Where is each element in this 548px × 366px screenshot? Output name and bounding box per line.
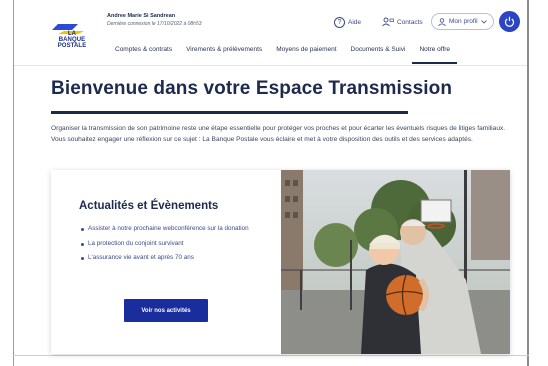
logo-line-3: POSTALE bbox=[57, 43, 87, 49]
user-icon bbox=[438, 17, 446, 26]
last-login-text: Dernière connexion le 17/10/2022 à 08h53 bbox=[107, 21, 202, 27]
card-list-item-conjoint[interactable]: La protection du conjoint survivant bbox=[81, 239, 256, 250]
site-header: LA BANQUE POSTALE Andree Marie Si Sandre… bbox=[14, 0, 527, 66]
frame-right-border bbox=[527, 0, 529, 366]
power-icon bbox=[504, 16, 515, 27]
card-list: Assister à notre prochaine webconférence… bbox=[81, 224, 256, 268]
profil-label: Mon profil bbox=[449, 18, 478, 25]
card-list-item-webconference[interactable]: Assister à notre prochaine webconférence… bbox=[81, 224, 256, 235]
question-circle-icon: ? bbox=[334, 16, 345, 28]
basketball-family-photo bbox=[281, 170, 510, 354]
photo-illustration bbox=[281, 170, 510, 354]
contacts-link[interactable]: Contacts bbox=[382, 15, 423, 29]
contacts-label: Contacts bbox=[397, 18, 423, 26]
aide-link[interactable]: ? Aide bbox=[334, 15, 361, 29]
actualites-card: Actualités et Évènements Assister à notr… bbox=[51, 170, 510, 354]
nav-item-moyens-paiement[interactable]: Moyens de paiement bbox=[269, 40, 343, 64]
card-title: Actualités et Évènements bbox=[79, 200, 219, 212]
card-list-item-assurance-vie[interactable]: L'assurance vie avant et après 70 ans bbox=[81, 253, 256, 264]
profil-button[interactable]: Mon profil bbox=[431, 13, 494, 30]
frame-bottom-border bbox=[13, 355, 529, 356]
page-title: Bienvenue dans votre Espace Transmission bbox=[51, 78, 453, 99]
logout-button[interactable] bbox=[499, 11, 520, 32]
nav-item-notre-offre[interactable]: Notre offre bbox=[412, 40, 458, 64]
nav-item-comptes[interactable]: Comptes & contrats bbox=[108, 40, 179, 64]
nav-item-documents[interactable]: Documents & Suivi bbox=[344, 40, 413, 64]
voir-activites-button[interactable]: Voir nos activités bbox=[124, 299, 208, 322]
card-text-panel: Actualités et Évènements Assister à notr… bbox=[51, 170, 281, 354]
user-name: Andree Marie Si Sandrean bbox=[107, 13, 176, 19]
nav-item-virements[interactable]: Virements & prélèvements bbox=[179, 40, 269, 64]
contacts-icon bbox=[382, 17, 394, 27]
intro-paragraph: Organiser la transmission de son patrimo… bbox=[51, 125, 506, 143]
bank-logo-text: LA BANQUE POSTALE bbox=[52, 31, 92, 49]
main-nav: Comptes & contrats Virements & prélèveme… bbox=[108, 40, 458, 64]
title-underline bbox=[51, 111, 408, 114]
aide-label: Aide bbox=[348, 18, 362, 26]
chevron-down-icon bbox=[480, 19, 487, 24]
